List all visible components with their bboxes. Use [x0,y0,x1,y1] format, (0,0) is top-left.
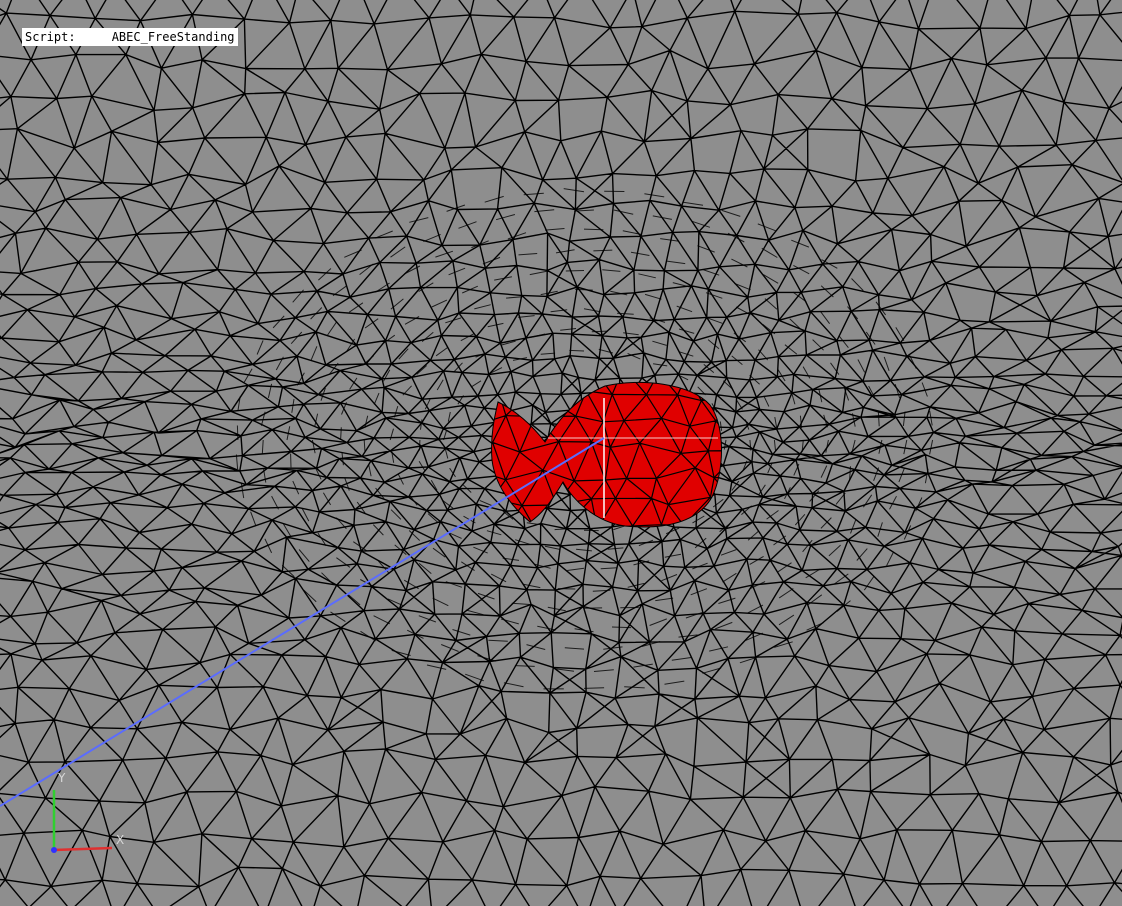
script-name: ABEC_FreeStanding [111,30,235,44]
mesh-canvas[interactable]: Y X [0,0,1122,906]
axis-x-label: X [116,833,124,847]
mesh-viewport[interactable]: Y X Script: ABEC_FreeStanding [0,0,1122,906]
script-label: Script: ABEC_FreeStanding [22,28,238,46]
script-label-prefix: Script: [25,30,76,44]
axis-y-label: Y [57,771,66,785]
